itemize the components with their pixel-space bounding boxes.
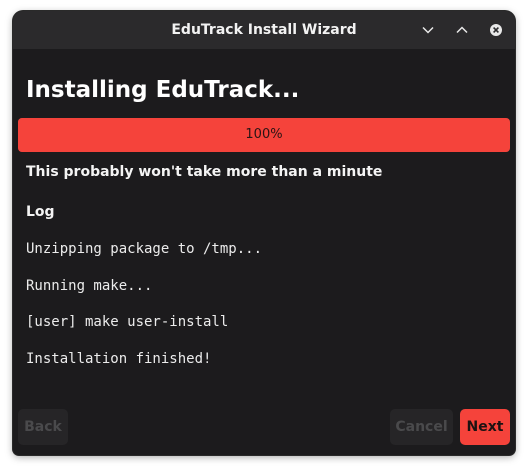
log-output: Unzipping package to /tmp... Running mak…	[26, 240, 262, 386]
chevron-up-icon	[456, 26, 468, 34]
installer-window: EduTrack Install Wizard Installing EduTr…	[13, 11, 515, 455]
status-message: This probably won't take more than a min…	[26, 164, 383, 180]
close-button[interactable]	[484, 18, 508, 42]
wizard-content: Installing EduTrack... 100% This probabl…	[13, 49, 515, 455]
log-line: Running make...	[26, 277, 153, 294]
log-heading: Log	[26, 204, 55, 220]
page-title: Installing EduTrack...	[26, 77, 300, 103]
log-line: [user] make user-install	[26, 314, 229, 330]
log-line: Installation finished!	[26, 350, 212, 367]
log-line: Unzipping package to /tmp...	[26, 241, 263, 257]
cancel-button[interactable]: Cancel	[390, 409, 453, 445]
maximize-button[interactable]	[450, 18, 474, 42]
progress-bar: 100%	[18, 118, 510, 152]
chevron-down-icon	[422, 26, 434, 34]
progress-label: 100%	[245, 127, 283, 142]
close-icon	[490, 24, 502, 36]
next-button[interactable]: Next	[460, 409, 510, 445]
title-bar[interactable]: EduTrack Install Wizard	[13, 11, 515, 49]
minimize-button[interactable]	[416, 18, 440, 42]
back-button[interactable]: Back	[18, 409, 68, 445]
